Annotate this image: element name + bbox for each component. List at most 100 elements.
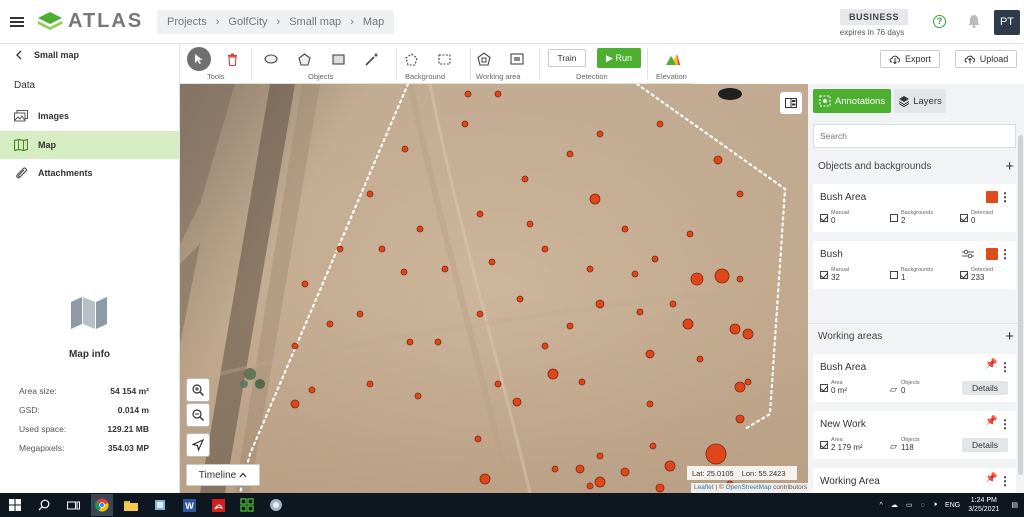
more-options-icon[interactable]: ⋮ xyxy=(999,417,1011,431)
object-card-bush-area[interactable]: Bush Area ⋮ Manual 0 Backgrounds 2 Detecte… xyxy=(813,184,1016,232)
logo[interactable]: ATLAS xyxy=(38,10,143,33)
run-button[interactable]: ▶ Run xyxy=(597,48,641,68)
detected-checkbox[interactable] xyxy=(960,271,968,279)
pin-icon[interactable]: 📌 xyxy=(985,416,997,427)
tab-annotations[interactable]: Annotations xyxy=(813,89,891,113)
working-area-card-bush-area[interactable]: Bush Area 📌 ⋮ Area 0 m² ▱ Objects 0 Detail… xyxy=(813,354,1016,402)
toolbar-divider xyxy=(647,48,648,80)
file-explorer-icon[interactable] xyxy=(120,494,142,516)
background-polygon-tool-button[interactable] xyxy=(401,49,421,69)
delete-tool-button[interactable] xyxy=(222,49,242,69)
clock[interactable]: 1:24 PM 3/25/2021 xyxy=(968,496,999,514)
leaflet-link[interactable]: Leaflet xyxy=(694,484,714,491)
details-button[interactable]: Details xyxy=(962,381,1008,395)
sliders-icon[interactable] xyxy=(962,249,974,259)
sidebar-item-map[interactable]: Map xyxy=(0,131,179,159)
language-indicator[interactable]: ENG xyxy=(945,502,960,509)
timeline-button[interactable]: Timeline xyxy=(186,464,260,486)
detected-count: Detected 233 xyxy=(960,267,993,282)
backgrounds-checkbox[interactable] xyxy=(890,271,898,279)
battery-icon[interactable]: ▭ xyxy=(906,501,913,509)
working-area-card-working-area[interactable]: Working Area 📌 ⋮ xyxy=(813,468,1016,493)
locate-button[interactable] xyxy=(186,433,210,457)
volume-icon[interactable]: 🕨 xyxy=(933,501,937,509)
upload-button[interactable]: Upload xyxy=(955,50,1017,68)
backgrounds-count: Backgrounds 2 xyxy=(890,210,933,225)
cloud-tray-icon[interactable]: ☁ xyxy=(891,501,898,509)
bell-icon[interactable] xyxy=(968,14,980,28)
backgrounds-checkbox[interactable] xyxy=(890,214,898,222)
area-polygon-icon xyxy=(477,52,491,66)
acrobat-icon[interactable] xyxy=(207,494,229,516)
stat-value: 2 179 m² xyxy=(831,443,863,452)
manual-checkbox[interactable] xyxy=(820,271,828,279)
details-button[interactable]: Details xyxy=(962,438,1008,452)
task-view-icon[interactable] xyxy=(62,494,84,516)
backgrounds-count: Backgrounds 1 xyxy=(890,267,933,282)
train-button[interactable]: Train xyxy=(548,49,586,67)
add-object-plus-icon[interactable]: + xyxy=(1005,158,1014,175)
breadcrumb-small-map[interactable]: Small map xyxy=(289,16,341,28)
avatar[interactable]: PT xyxy=(994,10,1020,35)
breadcrumb-golfcity[interactable]: GolfCity xyxy=(228,16,267,28)
working-area-rectangle-button[interactable] xyxy=(507,49,527,69)
panel-scrollbar[interactable] xyxy=(1018,135,1023,475)
export-label: Export xyxy=(904,54,931,64)
sidebar-item-images[interactable]: Images xyxy=(0,102,179,130)
search-icon[interactable] xyxy=(33,494,55,516)
windows-start-icon[interactable] xyxy=(4,494,26,516)
background-rectangle-tool-button[interactable] xyxy=(434,49,454,69)
detected-checkbox[interactable] xyxy=(960,214,968,222)
sidebar-section-data: Data xyxy=(14,80,36,91)
atlas-app-icon[interactable] xyxy=(236,494,258,516)
chevron-up-icon xyxy=(239,472,247,478)
chrome-icon[interactable] xyxy=(91,494,113,516)
network-icon[interactable]: ◌ xyxy=(920,502,924,509)
elevation-button[interactable] xyxy=(663,49,683,69)
hamburger-menu-icon[interactable] xyxy=(10,15,24,29)
area-checkbox[interactable] xyxy=(820,441,828,449)
breadcrumb-projects[interactable]: Projects xyxy=(167,16,207,28)
back-button[interactable]: Small map xyxy=(16,50,79,60)
pin-icon[interactable]: 📌 xyxy=(985,473,997,484)
left-sidebar: Small map Data Images Map Attachments Ma… xyxy=(0,44,180,493)
more-options-icon[interactable]: ⋮ xyxy=(999,247,1011,261)
export-button[interactable]: Export xyxy=(880,50,940,68)
plan-box[interactable]: BUSINESS expires in 76 days xyxy=(840,9,908,37)
tray-chevron-icon[interactable]: ^ xyxy=(880,502,883,509)
app-icon[interactable] xyxy=(149,494,171,516)
add-working-area-plus-icon[interactable]: + xyxy=(1005,328,1014,345)
sidebar-item-attachments[interactable]: Attachments xyxy=(0,159,179,187)
pin-icon[interactable]: 📌 xyxy=(985,359,997,370)
zoom-out-button[interactable] xyxy=(186,403,210,427)
object-color-swatch[interactable] xyxy=(986,248,998,260)
help-icon[interactable]: ? xyxy=(933,15,946,28)
object-color-swatch[interactable] xyxy=(986,191,998,203)
map-canvas[interactable]: Timeline Lat: 25.0105 Lon: 55.2423 Leafl… xyxy=(180,84,808,493)
more-options-icon[interactable]: ⋮ xyxy=(999,360,1011,374)
layer-switcher-button[interactable] xyxy=(780,92,802,114)
longitude: Lon: 55.2423 xyxy=(741,468,786,478)
area-checkbox[interactable] xyxy=(820,384,828,392)
ellipse-tool-button[interactable] xyxy=(261,49,281,69)
zoom-in-button[interactable] xyxy=(186,378,210,402)
manual-checkbox[interactable] xyxy=(820,214,828,222)
object-card-bush[interactable]: Bush ⋮ Manual 32 Backgrounds 1 Detected 233 xyxy=(813,241,1016,289)
more-options-icon[interactable]: ⋮ xyxy=(999,190,1011,204)
word-icon[interactable]: W xyxy=(178,494,200,516)
magic-wand-tool-button[interactable] xyxy=(362,49,382,69)
osm-link[interactable]: OpenStreetMap xyxy=(725,484,771,491)
stat-value: 0 xyxy=(971,216,976,225)
breadcrumb-separator-icon: › xyxy=(350,16,354,28)
other-app-icon[interactable] xyxy=(265,494,287,516)
working-area-card-new-work[interactable]: New Work 📌 ⋮ Area 2 179 m² ▱ Objects 118 D… xyxy=(813,411,1016,459)
notifications-icon[interactable]: ▤ xyxy=(1011,501,1018,509)
polygon-tool-button[interactable] xyxy=(294,49,314,69)
tab-layers[interactable]: Layers xyxy=(894,89,946,113)
rectangle-tool-button[interactable] xyxy=(328,49,348,69)
working-area-polygon-button[interactable] xyxy=(474,49,494,69)
search-input[interactable]: Search xyxy=(813,124,1016,148)
more-options-icon[interactable]: ⋮ xyxy=(999,474,1011,488)
rectangle-icon xyxy=(331,53,345,65)
select-tool-button[interactable] xyxy=(187,47,211,71)
